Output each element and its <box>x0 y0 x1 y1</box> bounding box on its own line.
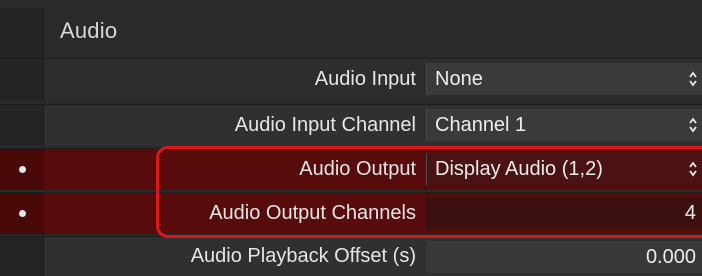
setting-row-audio-output: Audio Output Display Audio (1,2) <box>0 148 702 190</box>
audio-settings-panel: Audio Audio Input None Audio Input Chann… <box>0 0 702 276</box>
setting-label: Audio Input Channel <box>234 114 416 136</box>
select-value: None <box>435 67 483 90</box>
setting-row-audio-input-channel: Audio Input Channel Channel 1 <box>0 104 702 146</box>
row-gutter[interactable] <box>0 149 44 190</box>
setting-row-audio-input: Audio Input None <box>0 58 702 100</box>
setting-row-audio-playback-offset: Audio Playback Offset (s) 0.000 <box>0 236 702 276</box>
setting-row-audio-output-channels: Audio Output Channels 4 <box>0 192 702 234</box>
dot-icon <box>19 210 26 217</box>
up-down-chevron-icon <box>688 159 698 179</box>
setting-label: Audio Playback Offset (s) <box>190 245 416 267</box>
row-gutter[interactable] <box>0 105 44 146</box>
dot-icon <box>19 166 26 173</box>
select-value: Display Audio (1,2) <box>435 157 603 180</box>
select-value: Channel 1 <box>435 113 527 136</box>
audio-input-select[interactable]: None <box>426 63 702 95</box>
up-down-chevron-icon <box>688 69 698 89</box>
section-header: Audio <box>0 8 702 58</box>
audio-input-channel-select[interactable]: Channel 1 <box>426 109 702 141</box>
row-gutter <box>0 8 44 58</box>
audio-output-channels-field[interactable]: 4 <box>426 197 702 229</box>
setting-label: Audio Output Channels <box>209 202 416 224</box>
setting-label: Audio Output <box>299 158 416 180</box>
row-gutter[interactable] <box>0 193 44 234</box>
audio-output-select[interactable]: Display Audio (1,2) <box>426 153 702 185</box>
row-gutter[interactable] <box>0 59 44 100</box>
setting-label: Audio Input <box>314 68 416 90</box>
section-title: Audio <box>60 18 118 43</box>
section-header-body <box>44 8 702 58</box>
row-gutter[interactable] <box>0 237 44 276</box>
up-down-chevron-icon <box>688 115 698 135</box>
audio-playback-offset-field[interactable]: 0.000 <box>426 241 702 273</box>
